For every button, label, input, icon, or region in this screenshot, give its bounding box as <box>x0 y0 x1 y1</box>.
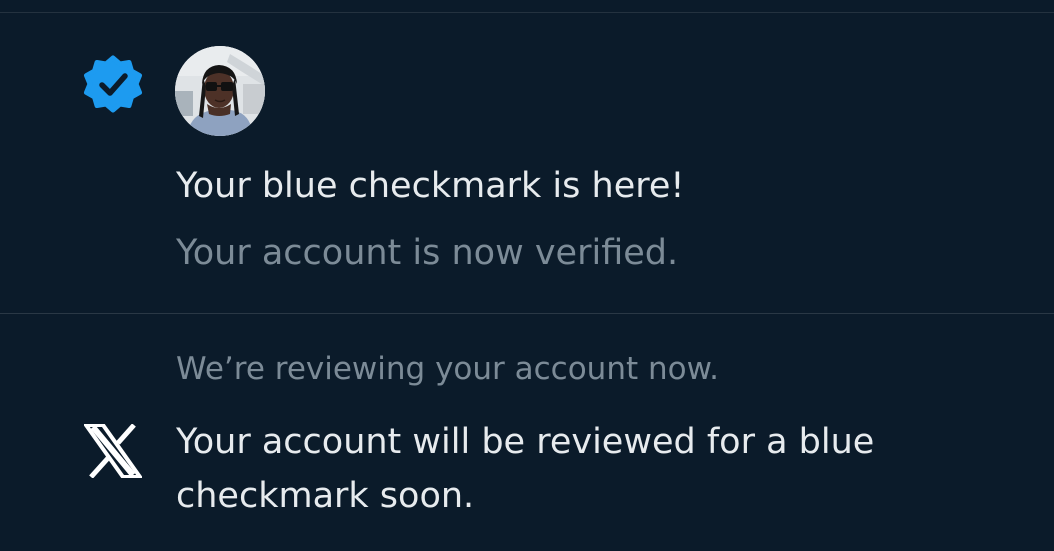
user-avatar[interactable] <box>175 46 265 136</box>
verified-badge-icon <box>82 53 144 115</box>
review-status-text: We’re reviewing your account now. <box>176 351 719 387</box>
review-message: Your account will be reviewed for a blue… <box>176 422 875 516</box>
x-logo-icon <box>82 423 144 479</box>
notification-subtitle: Your account is now verified. <box>176 233 679 273</box>
notification-verified[interactable]: Your blue checkmark is here! Your accoun… <box>0 13 1054 313</box>
notification-review[interactable]: We’re reviewing your account now. Your a… <box>0 314 1054 551</box>
notification-title: Your blue checkmark is here! <box>176 166 685 206</box>
